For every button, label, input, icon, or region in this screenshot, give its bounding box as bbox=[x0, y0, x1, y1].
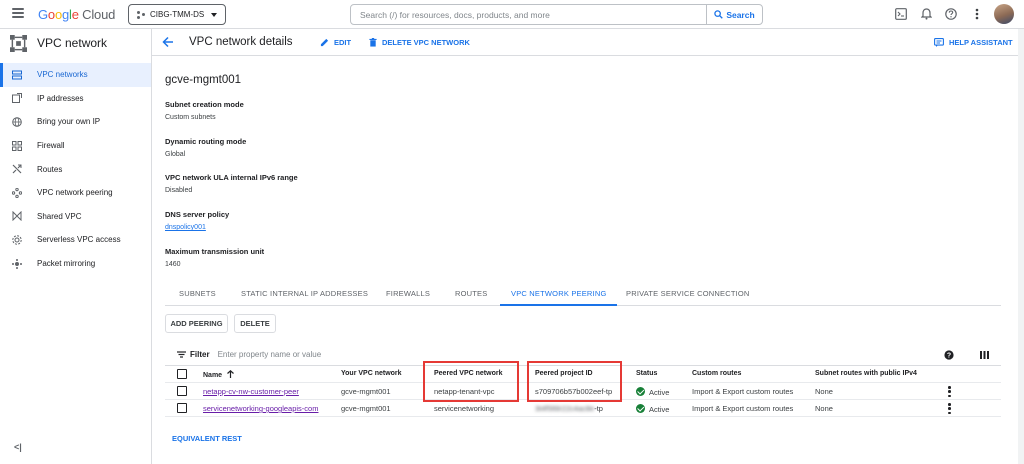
tab-firewalls[interactable]: FIREWALLS bbox=[386, 289, 430, 298]
select-all-checkbox[interactable] bbox=[177, 369, 187, 379]
sidebar-item-vpc-network-peering[interactable]: VPC network peering bbox=[0, 181, 151, 205]
nav-list: VPC networks IP addresses Bring your own… bbox=[0, 63, 151, 275]
col-name[interactable]: Name bbox=[203, 369, 234, 379]
highlight-peered-vpc-column bbox=[423, 361, 519, 402]
main-content: VPC network details EDIT DELETE VPC NETW… bbox=[152, 29, 1024, 464]
prop-dns-server-policy: DNS server policy dnspolicy001 bbox=[165, 210, 230, 231]
svg-text:?: ? bbox=[947, 353, 951, 360]
routes-icon bbox=[12, 164, 22, 174]
prop-dynamic-routing-mode: Dynamic routing mode Global bbox=[165, 137, 247, 158]
check-circle-icon bbox=[636, 387, 645, 396]
tab-bar: SUBNETS STATIC INTERNAL IP ADDRESSES FIR… bbox=[165, 284, 1001, 306]
peering-name-link[interactable]: servicenetworking-googleapis-com bbox=[203, 404, 318, 413]
firewall-icon bbox=[12, 140, 22, 151]
delete-button[interactable]: DELETE bbox=[234, 314, 276, 333]
row-actions-icon[interactable] bbox=[948, 386, 951, 397]
filter-input[interactable]: Enter property name or value bbox=[218, 350, 322, 359]
sidebar-item-routes[interactable]: Routes bbox=[0, 157, 151, 181]
sidebar-item-packet-mirroring[interactable]: Packet mirroring bbox=[0, 252, 151, 276]
tab-subnets[interactable]: SUBNETS bbox=[179, 289, 216, 298]
sidebar-item-firewall[interactable]: Firewall bbox=[0, 134, 151, 158]
terminal-icon[interactable] bbox=[894, 7, 908, 21]
redacted-project-id: 3t4f5l6lr22c4ac8e bbox=[535, 404, 595, 413]
ip-icon bbox=[12, 93, 22, 104]
search-button[interactable]: Search bbox=[706, 4, 763, 25]
prop-ula-ipv6-range: VPC network ULA internal IPv6 range Disa… bbox=[165, 173, 298, 194]
caret-down-icon bbox=[211, 13, 217, 17]
pencil-icon bbox=[320, 38, 329, 47]
row-checkbox[interactable] bbox=[177, 386, 187, 396]
more-vert-icon[interactable] bbox=[970, 7, 984, 21]
sidebar-item-vpc-networks[interactable]: VPC networks bbox=[0, 63, 151, 87]
trash-icon bbox=[369, 38, 377, 47]
col-status: Status bbox=[636, 370, 658, 377]
sidebar-item-ip-addresses[interactable]: IP addresses bbox=[0, 87, 151, 111]
vpc-network-product-icon bbox=[10, 34, 27, 52]
add-peering-button[interactable]: ADD PEERING bbox=[165, 314, 228, 333]
tab-private-service-connection[interactable]: PRIVATE SERVICE CONNECTION bbox=[626, 289, 750, 298]
peering-name-link[interactable]: netapp-cv-nw-customer-peer bbox=[203, 387, 299, 396]
status-badge: Active bbox=[636, 387, 669, 397]
filter-icon bbox=[177, 351, 186, 358]
active-tab-indicator bbox=[500, 304, 617, 306]
dns-policy-link[interactable]: dnspolicy001 bbox=[165, 224, 229, 231]
prop-subnet-creation-mode: Subnet creation mode Custom subnets bbox=[165, 100, 244, 121]
delete-vpc-network-button[interactable]: DELETE VPC NETWORK bbox=[369, 38, 470, 47]
column-display-icon[interactable] bbox=[980, 351, 989, 359]
help-icon[interactable] bbox=[944, 7, 958, 21]
col-custom-routes: Custom routes bbox=[692, 370, 742, 377]
arrow-up-icon bbox=[227, 369, 234, 378]
sidebar-item-bring-your-own-ip[interactable]: Bring your own IP bbox=[0, 110, 151, 134]
search-input[interactable]: Search (/) for resources, docs, products… bbox=[350, 4, 707, 25]
sidebar-item-serverless-vpc-access[interactable]: Serverless VPC access bbox=[0, 228, 151, 252]
shared-icon bbox=[12, 211, 22, 222]
nav-header: VPC network bbox=[0, 29, 151, 57]
serverless-icon bbox=[12, 235, 22, 245]
vpc-icon bbox=[12, 70, 22, 80]
avatar[interactable] bbox=[994, 4, 1014, 24]
top-bar: Google Cloud CIBG-TMM-DS Search (/) for … bbox=[0, 0, 1024, 29]
row-actions-icon[interactable] bbox=[948, 403, 951, 414]
left-navigation: VPC network VPC networks IP addresses Br… bbox=[0, 29, 152, 464]
status-badge: Active bbox=[636, 404, 669, 414]
google-cloud-logo[interactable]: Google Cloud bbox=[38, 7, 115, 22]
page-title: VPC network details bbox=[189, 36, 293, 48]
edit-button[interactable]: EDIT bbox=[320, 38, 351, 47]
search-icon bbox=[714, 10, 724, 19]
search-placeholder: Search (/) for resources, docs, products… bbox=[360, 9, 550, 20]
project-name: CIBG-TMM-DS bbox=[150, 10, 205, 19]
filter-label: Filter bbox=[190, 350, 210, 359]
check-circle-icon bbox=[636, 404, 645, 413]
col-public-ipv4: Subnet routes with public IPv4 bbox=[815, 370, 917, 377]
menu-icon[interactable] bbox=[12, 8, 24, 18]
tab-routes[interactable]: ROUTES bbox=[455, 289, 487, 298]
collapse-nav-button[interactable]: <| bbox=[14, 442, 22, 452]
peering-icon bbox=[12, 187, 22, 198]
network-name: gcve-mgmt001 bbox=[165, 74, 242, 86]
globe-icon bbox=[12, 117, 22, 127]
highlight-peered-project-column bbox=[527, 361, 622, 402]
back-arrow-icon[interactable] bbox=[162, 36, 174, 48]
nav-title: VPC network bbox=[37, 36, 108, 50]
page-header: VPC network details EDIT DELETE VPC NETW… bbox=[152, 29, 1024, 56]
help-circle-icon[interactable]: ? bbox=[944, 350, 954, 360]
project-selector[interactable]: CIBG-TMM-DS bbox=[128, 4, 226, 25]
scrollbar[interactable] bbox=[1018, 29, 1024, 464]
row-checkbox[interactable] bbox=[177, 403, 187, 413]
equivalent-rest-link[interactable]: EQUIVALENT REST bbox=[172, 434, 242, 443]
sidebar-item-shared-vpc[interactable]: Shared VPC bbox=[0, 205, 151, 229]
help-assistant-button[interactable]: HELP ASSISTANT bbox=[934, 38, 1013, 47]
tab-vpc-network-peering[interactable]: VPC NETWORK PEERING bbox=[511, 289, 606, 298]
col-your-vpc: Your VPC network bbox=[341, 370, 402, 377]
tab-static-internal-ip[interactable]: STATIC INTERNAL IP ADDRESSES bbox=[241, 289, 368, 298]
project-dots-icon bbox=[137, 10, 145, 19]
mirror-icon bbox=[12, 258, 22, 269]
table-row: servicenetworking-googleapis-com gcve-mg… bbox=[165, 400, 1001, 417]
bell-icon[interactable] bbox=[919, 7, 933, 21]
assistant-icon bbox=[934, 38, 944, 47]
prop-mtu: Maximum transmission unit 1460 bbox=[165, 247, 265, 268]
